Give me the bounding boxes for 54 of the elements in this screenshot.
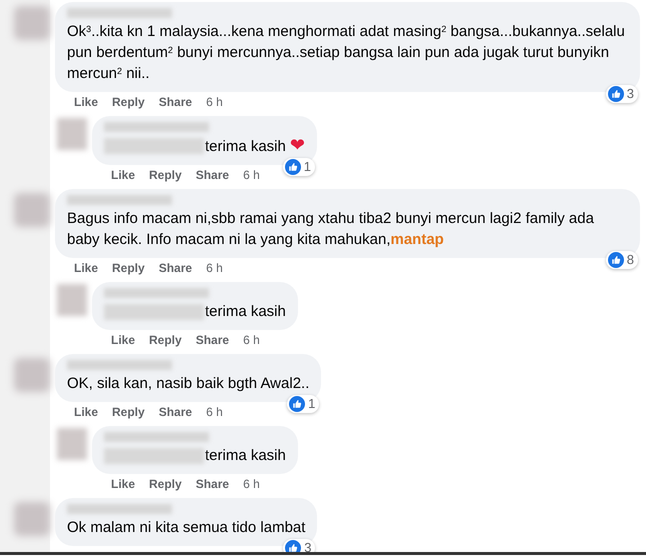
comment-text: OK, sila kan, nasib baik bgth Awal2.. bbox=[67, 374, 310, 394]
like-icon bbox=[285, 540, 302, 552]
action-link[interactable]: Like bbox=[111, 476, 136, 492]
action-link[interactable]: Like bbox=[74, 404, 98, 420]
avatar[interactable] bbox=[14, 6, 50, 40]
avatar[interactable] bbox=[14, 193, 50, 227]
timestamp[interactable]: 6 h bbox=[243, 332, 260, 348]
action-link[interactable]: Share bbox=[158, 404, 192, 420]
avatar[interactable] bbox=[57, 428, 87, 460]
action-link[interactable]: Share bbox=[196, 476, 230, 492]
comment-text: terima kasih bbox=[205, 136, 286, 156]
comment-text: Ok$^{3}$..kita kn 1 malaysia...kena menghormati adat masing$^{2}$ bangsa...bukannya..selalu pun berdentum$^{2}$ bunyi mercunnya..setiap bangsa lain pun ada jugak turut bunyikn mercun$^{2}$ nii.. bbox=[67, 22, 626, 84]
timestamp[interactable]: 6 h bbox=[243, 476, 260, 492]
avatar[interactable] bbox=[57, 118, 87, 150]
avatar[interactable] bbox=[14, 502, 50, 536]
action-link[interactable]: Share bbox=[158, 94, 192, 110]
reaction-badge[interactable]: 1 bbox=[282, 158, 315, 176]
comment-text: terima kasih bbox=[205, 446, 286, 466]
comment-text: Ok malam ni kita semua tido lambat bbox=[67, 518, 306, 538]
like-icon bbox=[284, 159, 301, 175]
timestamp[interactable]: 6 h bbox=[206, 404, 223, 420]
action-link[interactable]: Like bbox=[111, 332, 136, 348]
action-link[interactable]: Share bbox=[158, 260, 192, 276]
heart-emoji: ❤ bbox=[290, 135, 305, 157]
action-link[interactable]: Reply bbox=[112, 94, 145, 110]
action-link[interactable]: Reply bbox=[112, 404, 145, 420]
timestamp[interactable]: 6 h bbox=[206, 94, 223, 110]
reaction-count: 1 bbox=[308, 396, 316, 412]
reaction-badge[interactable]: 3 bbox=[606, 85, 638, 103]
action-link[interactable]: Reply bbox=[149, 167, 182, 183]
avatar[interactable] bbox=[14, 358, 50, 392]
comment-text: Bagus info macam ni,sbb ramai yang xtahu tiba2 bunyi mercun lagi2 family ada baby kecik. Info macam ni la yang kita mahukan,mantap bbox=[67, 209, 595, 250]
reaction-badge[interactable]: 1 bbox=[287, 395, 320, 413]
reaction-count: 1 bbox=[304, 159, 311, 175]
action-link[interactable]: Reply bbox=[112, 260, 145, 276]
avatar[interactable] bbox=[57, 284, 87, 316]
like-icon bbox=[608, 86, 624, 102]
like-icon bbox=[289, 396, 306, 412]
like-icon bbox=[608, 252, 624, 268]
action-link[interactable]: Reply bbox=[149, 332, 182, 348]
action-link[interactable]: Reply bbox=[149, 476, 182, 492]
reaction-count: 8 bbox=[626, 252, 634, 268]
reaction-count: 3 bbox=[304, 540, 312, 552]
comment-text: terima kasih bbox=[205, 302, 286, 322]
action-link[interactable]: Like bbox=[74, 260, 98, 276]
timestamp[interactable]: 6 h bbox=[243, 167, 260, 183]
action-link[interactable]: Like bbox=[74, 94, 98, 110]
action-link[interactable]: Like bbox=[111, 167, 136, 183]
timestamp[interactable]: 6 h bbox=[206, 260, 223, 276]
reaction-badge[interactable]: 8 bbox=[606, 251, 638, 269]
action-link[interactable]: Share bbox=[196, 332, 230, 348]
reaction-badge[interactable]: 3 bbox=[283, 539, 316, 552]
action-link[interactable]: Share bbox=[196, 167, 230, 183]
reaction-count: 3 bbox=[626, 86, 634, 102]
